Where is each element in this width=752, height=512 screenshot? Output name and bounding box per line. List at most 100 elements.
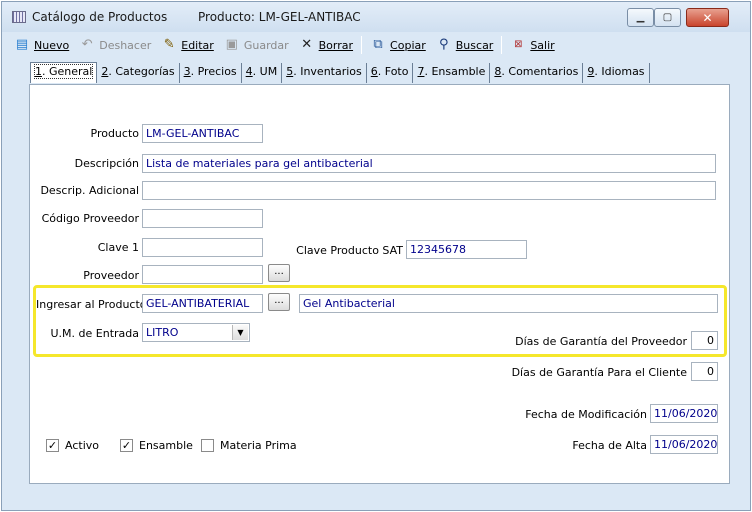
fecha-alta-field: 11/06/2020 [650, 435, 718, 454]
ensamble-checkbox[interactable]: ✓ Ensamble [120, 439, 193, 452]
fecha-modificacion-field: 11/06/2020 [650, 404, 718, 423]
fecha-alta-label: Fecha de Alta [572, 439, 647, 452]
tab-um[interactable]: 4. UM [242, 63, 283, 83]
unchecked-box-icon [201, 439, 214, 452]
clave1-field[interactable] [142, 238, 263, 257]
garantia-proveedor-label: Días de Garantía del Proveedor [515, 335, 687, 348]
deshacer-button[interactable]: ↶ Deshacer [74, 35, 156, 55]
activo-checkbox[interactable]: ✓ Activo [46, 439, 99, 452]
tab-idiomas[interactable]: 9. Idiomas [583, 63, 650, 83]
tab-label: . UM [252, 65, 278, 78]
codigo-proveedor-field[interactable] [142, 209, 263, 228]
proveedor-lookup-button[interactable]: ... [268, 264, 290, 282]
salir-button[interactable]: ⊠ Salir [505, 35, 559, 55]
tab-precios[interactable]: 3. Precios [180, 63, 242, 83]
tab-accel: 1 [35, 65, 42, 78]
edit-icon: ✎ [163, 37, 175, 52]
producto-label: Producto [90, 127, 140, 140]
guardar-button[interactable]: ▣ Guardar [219, 35, 294, 55]
um-entrada-select[interactable]: LITRO ▼ [142, 323, 250, 342]
nuevo-label: Nuevo [34, 38, 70, 52]
tab-general[interactable]: 1. General [30, 62, 98, 83]
tab-accel: 4 [245, 65, 253, 78]
tab-label: . Precios [190, 65, 237, 78]
nuevo-button[interactable]: ▤ Nuevo [9, 35, 74, 55]
descrip-adicional-field[interactable] [142, 181, 716, 200]
descripcion-label: Descripción [74, 157, 139, 170]
tab-label: . Foto [377, 65, 409, 78]
close-icon: ✕ [702, 10, 713, 25]
exit-icon: ⊠ [514, 39, 523, 50]
toolbar-separator [361, 36, 363, 54]
tab-comentarios[interactable]: 8. Comentarios [490, 63, 584, 83]
um-entrada-value: LITRO [146, 326, 179, 339]
title-bar[interactable]: Catálogo de Productos Producto: LM-GEL-A… [2, 2, 750, 32]
general-tab-panel [29, 84, 730, 484]
status-strip [2, 488, 750, 510]
maximize-icon: ▢ [662, 12, 673, 23]
salir-label: Salir [530, 38, 555, 52]
garantia-cliente-field[interactable]: 0 [691, 362, 718, 381]
tab-ensamble[interactable]: 7. Ensamble [413, 63, 491, 83]
clave-sat-label: Clave Producto SAT [296, 244, 403, 257]
tab-strip: 1. General 2. Categorías 3. Precios 4. U… [2, 58, 750, 83]
close-button[interactable]: ✕ [686, 8, 729, 27]
ingresar-lookup-button[interactable]: ... [268, 293, 290, 311]
checkmark-icon: ✓ [46, 439, 59, 452]
borrar-label: Borrar [318, 38, 354, 52]
chevron-down-icon[interactable]: ▼ [232, 325, 248, 340]
ingresar-label: Ingresar al Producto [36, 298, 147, 311]
copiar-button[interactable]: ⧉ Copiar [365, 35, 431, 55]
borrar-button[interactable]: ✕ Borrar [294, 35, 358, 55]
binoculars-icon: ⚲ [439, 37, 449, 52]
clave-sat-field[interactable]: 12345678 [406, 240, 527, 259]
clave1-label: Clave 1 [97, 241, 139, 254]
tab-foto[interactable]: 6. Foto [367, 63, 414, 83]
codigo-proveedor-label: Código Proveedor [41, 212, 139, 225]
editar-button[interactable]: ✎ Editar [156, 35, 219, 55]
app-icon [12, 11, 26, 23]
app-window: Catálogo de Productos Producto: LM-GEL-A… [1, 1, 751, 511]
editar-label: Editar [181, 38, 214, 52]
materia-prima-label: Materia Prima [220, 439, 297, 452]
ingresar-description-field: Gel Antibacterial [299, 294, 718, 313]
tab-label: . General [42, 65, 93, 78]
um-entrada-label: U.M. de Entrada [50, 327, 140, 340]
save-icon: ▣ [225, 37, 238, 52]
copiar-label: Copiar [390, 38, 426, 52]
tab-label: . Idiomas [594, 65, 645, 78]
minimize-button[interactable]: ▁ [627, 8, 654, 27]
copy-icon: ⧉ [373, 37, 383, 52]
buscar-label: Buscar [455, 38, 494, 52]
tab-accel: 3 [183, 65, 191, 78]
tab-label: . Comentarios [501, 65, 579, 78]
toolbar-separator [501, 36, 503, 54]
ingresar-field[interactable]: GEL-ANTIBATERIAL [142, 294, 263, 313]
tab-inventarios[interactable]: 5. Inventarios [282, 63, 367, 83]
garantia-cliente-label: Días de Garantía Para el Cliente [511, 366, 687, 379]
garantia-proveedor-field[interactable]: 0 [691, 331, 718, 350]
activo-label: Activo [65, 439, 99, 452]
undo-icon: ↶ [81, 37, 93, 52]
toolbar: ▤ Nuevo ↶ Deshacer ✎ Editar ▣ Guardar ✕ … [2, 32, 750, 58]
tab-label: . Ensamble [424, 65, 486, 78]
ensamble-label: Ensamble [139, 439, 193, 452]
descrip-adicional-label: Descrip. Adicional [40, 184, 139, 197]
fecha-modificacion-label: Fecha de Modificación [525, 408, 647, 421]
minimize-icon: ▁ [636, 12, 645, 23]
window-subtitle: Producto: LM-GEL-ANTIBAC [198, 10, 361, 24]
proveedor-label: Proveedor [83, 269, 139, 282]
producto-field[interactable]: LM-GEL-ANTIBAC [142, 124, 263, 143]
delete-icon: ✕ [301, 37, 313, 52]
proveedor-field[interactable] [142, 265, 263, 284]
tab-categorias[interactable]: 2. Categorías [97, 63, 180, 83]
deshacer-label: Deshacer [99, 38, 152, 52]
new-file-icon: ▤ [15, 37, 29, 52]
tab-label: . Inventarios [293, 65, 362, 78]
maximize-button[interactable]: ▢ [654, 8, 681, 27]
guardar-label: Guardar [243, 38, 289, 52]
buscar-button[interactable]: ⚲ Buscar [431, 35, 499, 55]
checkmark-icon: ✓ [120, 439, 133, 452]
materia-prima-checkbox[interactable]: Materia Prima [201, 439, 297, 452]
descripcion-field[interactable]: Lista de materiales para gel antibacteri… [142, 154, 716, 173]
